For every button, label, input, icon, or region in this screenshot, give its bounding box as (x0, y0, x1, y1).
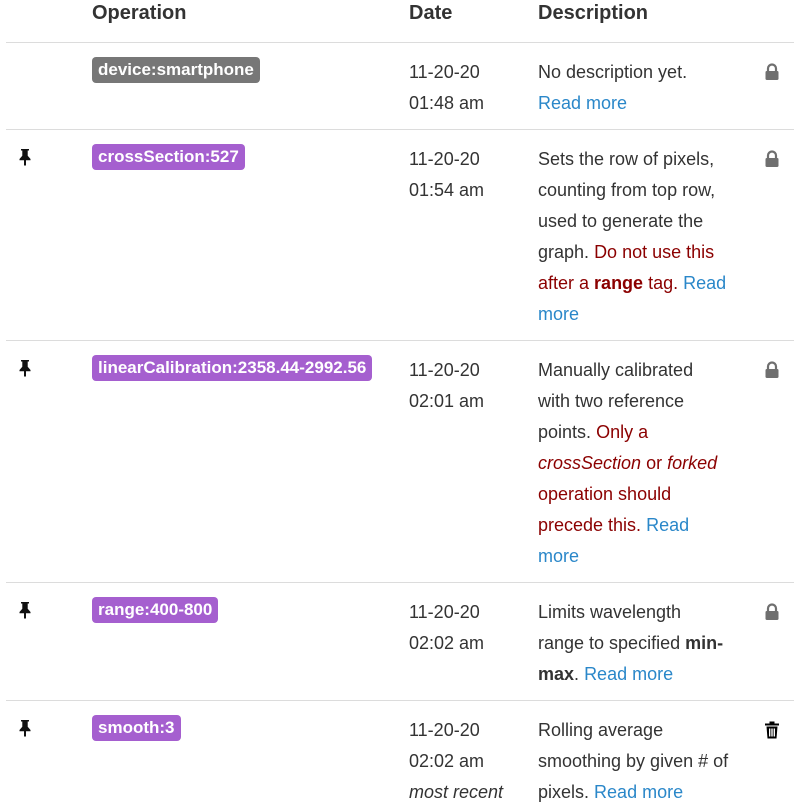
description-text: Limits wavelength range to specified (538, 602, 682, 653)
date-value: 11-20-20 (409, 149, 480, 169)
operations-table: Operation Date Description device:smartp… (0, 0, 795, 811)
most-recent-label: most recent (409, 782, 504, 802)
operation-tag[interactable]: range:400-800 (92, 597, 219, 623)
read-more-link[interactable]: Read more (584, 664, 673, 684)
lock-icon[interactable] (764, 63, 780, 81)
description-cell: Manually calibrated with two reference p… (538, 355, 730, 572)
warning-keyword: range (594, 273, 644, 293)
description-text: No description yet. (538, 62, 688, 82)
time-value: 02:02 am (409, 751, 485, 771)
pin-icon[interactable] (17, 601, 33, 619)
date-value: 11-20-20 (409, 720, 480, 740)
description-cell: No description yet. Read more (538, 57, 730, 119)
description-cell: Limits wavelength range to specified min… (538, 602, 724, 684)
pin-icon[interactable] (17, 148, 33, 166)
table-row: range:400-800 11-20-20 02:02 am Limits w… (6, 583, 794, 701)
operation-tag[interactable]: device:smartphone (92, 57, 260, 83)
lock-icon[interactable] (764, 150, 780, 168)
description-cell: Sets the row of pixels, counting from to… (538, 144, 730, 330)
operation-tag[interactable]: linearCalibration:2358.44-2992.56 (92, 355, 373, 381)
pin-icon[interactable] (17, 719, 33, 737)
time-value: 02:01 am (409, 391, 485, 411)
table-row: crossSection:527 11-20-20 01:54 am Sets … (6, 130, 794, 341)
pin-icon[interactable] (17, 359, 33, 377)
header-description: Description (538, 2, 649, 24)
operation-tag[interactable]: smooth:3 (92, 715, 181, 741)
date-cell: 11-20-20 02:02 am (409, 597, 519, 659)
lock-icon[interactable] (764, 361, 780, 379)
table-row: device:smartphone 11-20-20 01:48 am No d… (6, 43, 794, 130)
header-operation: Operation (92, 2, 187, 24)
date-value: 11-20-20 (409, 602, 480, 622)
trash-icon[interactable] (764, 721, 780, 739)
lock-icon[interactable] (764, 603, 780, 621)
operation-tag[interactable]: crossSection:527 (92, 144, 245, 170)
date-cell: 11-20-20 01:48 am (409, 57, 519, 119)
time-value: 02:02 am (409, 633, 485, 653)
date-cell: 11-20-20 02:01 am (409, 355, 519, 417)
table-header: Operation Date Description (6, 0, 794, 43)
table-row: linearCalibration:2358.44-2992.56 11-20-… (6, 341, 794, 583)
time-value: 01:48 am (409, 93, 485, 113)
read-more-link[interactable]: Read more (594, 782, 683, 802)
description-cell: Rolling average smoothing by given # of … (538, 715, 730, 808)
date-cell: 11-20-20 02:02 am most recent (409, 715, 519, 808)
time-value: 01:54 am (409, 180, 485, 200)
read-more-link[interactable]: Read more (538, 93, 627, 113)
header-date: Date (409, 2, 453, 24)
date-cell: 11-20-20 01:54 am (409, 144, 519, 206)
date-value: 11-20-20 (409, 360, 480, 380)
date-value: 11-20-20 (409, 62, 480, 82)
table-row: smooth:3 11-20-20 02:02 am most recent R… (6, 701, 794, 811)
